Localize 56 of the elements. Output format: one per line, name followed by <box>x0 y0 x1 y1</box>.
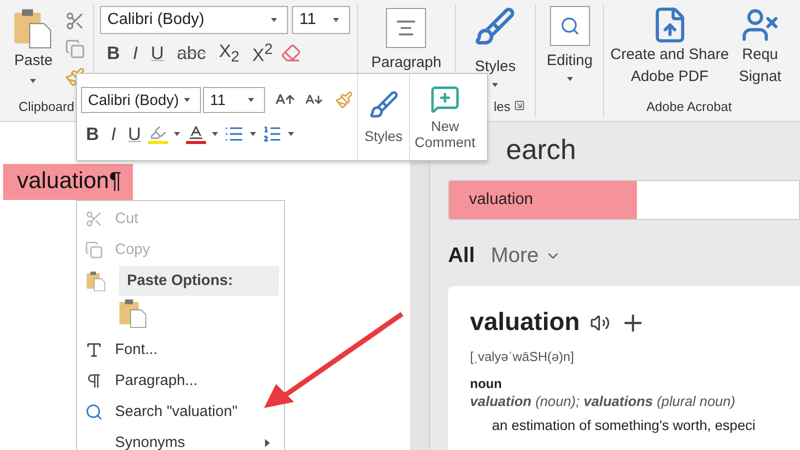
part-of-speech: noun <box>470 376 503 391</box>
font-name-field[interactable]: Calibri (Body) <box>100 6 288 34</box>
format-button[interactable]: B <box>102 40 125 66</box>
tab[interactable]: More <box>490 244 561 268</box>
menu-item[interactable]: Search "valuation" <box>77 396 284 427</box>
group-label: les <box>494 99 510 114</box>
format-button[interactable]: I <box>128 40 143 66</box>
acrobat-button[interactable]: Requ Signat <box>734 6 786 88</box>
paragraph-label: Paragraph <box>370 53 442 73</box>
format-button[interactable]: U <box>146 40 169 66</box>
eraser-icon[interactable] <box>280 43 301 63</box>
format-button[interactable]: B <box>81 121 104 147</box>
menu-item[interactable]: Synonyms <box>77 427 284 450</box>
launcher-icon[interactable] <box>514 100 525 111</box>
text-icon <box>85 340 103 358</box>
format-button[interactable]: X$^{2}$ <box>247 40 278 66</box>
font-size-field[interactable]: 11 <box>203 87 265 113</box>
font-color-icon[interactable] <box>186 124 206 144</box>
clipboard-icon <box>85 270 107 292</box>
paragraph-button[interactable] <box>386 8 426 48</box>
font-size-field[interactable]: 11 <box>292 6 350 34</box>
word-forms: valuation (noun); valuations (plural noun) <box>470 393 736 409</box>
person-icon <box>741 6 780 44</box>
scissors-icon <box>85 210 103 228</box>
tab[interactable]: All <box>448 244 475 268</box>
document-text: valuation¶ <box>3 164 134 200</box>
pronunciation: [ˌvalyəˈwāSH(ə)n] <box>470 349 576 364</box>
search-icon <box>560 16 580 36</box>
numbering-icon[interactable] <box>262 124 282 144</box>
pilcrow-icon <box>85 372 103 390</box>
entry-word: valuation <box>470 308 580 337</box>
menu-item[interactable]: Font... <box>77 334 284 365</box>
search-icon <box>85 402 103 420</box>
menu-item[interactable]: Paragraph... <box>77 365 284 396</box>
definition-text: an estimation of something's worth, especi <box>492 417 756 433</box>
group-label: Adobe Acrobat <box>646 99 732 114</box>
group-label: Clipboard <box>18 99 74 114</box>
speaker-icon[interactable] <box>590 312 610 332</box>
format-button[interactable]: U <box>123 121 146 147</box>
format-button[interactable]: I <box>106 121 122 147</box>
styles-button[interactable]: Styles <box>358 74 410 160</box>
search-field[interactable]: valuation <box>448 180 800 220</box>
comment-plus-icon <box>430 84 460 114</box>
paste-button[interactable]: Paste <box>7 6 60 91</box>
menu-header: Paste Options: <box>119 266 279 296</box>
paintbrush-icon <box>368 90 398 120</box>
acrobat-button[interactable]: Create and Share Adobe PDF <box>606 6 733 88</box>
pane-title: earch <box>506 134 578 167</box>
copy-icon <box>85 240 103 258</box>
scissors-icon[interactable] <box>65 10 86 30</box>
font-name-field[interactable]: Calibri (Body) <box>81 87 201 113</box>
format-button[interactable]: X$_{2}$ <box>214 40 244 66</box>
new-comment-button[interactable]: New Comment <box>410 74 480 160</box>
clipboard-icon <box>117 297 149 329</box>
highlighter-icon[interactable] <box>148 124 168 144</box>
editing-button[interactable]: Editing <box>542 6 597 87</box>
